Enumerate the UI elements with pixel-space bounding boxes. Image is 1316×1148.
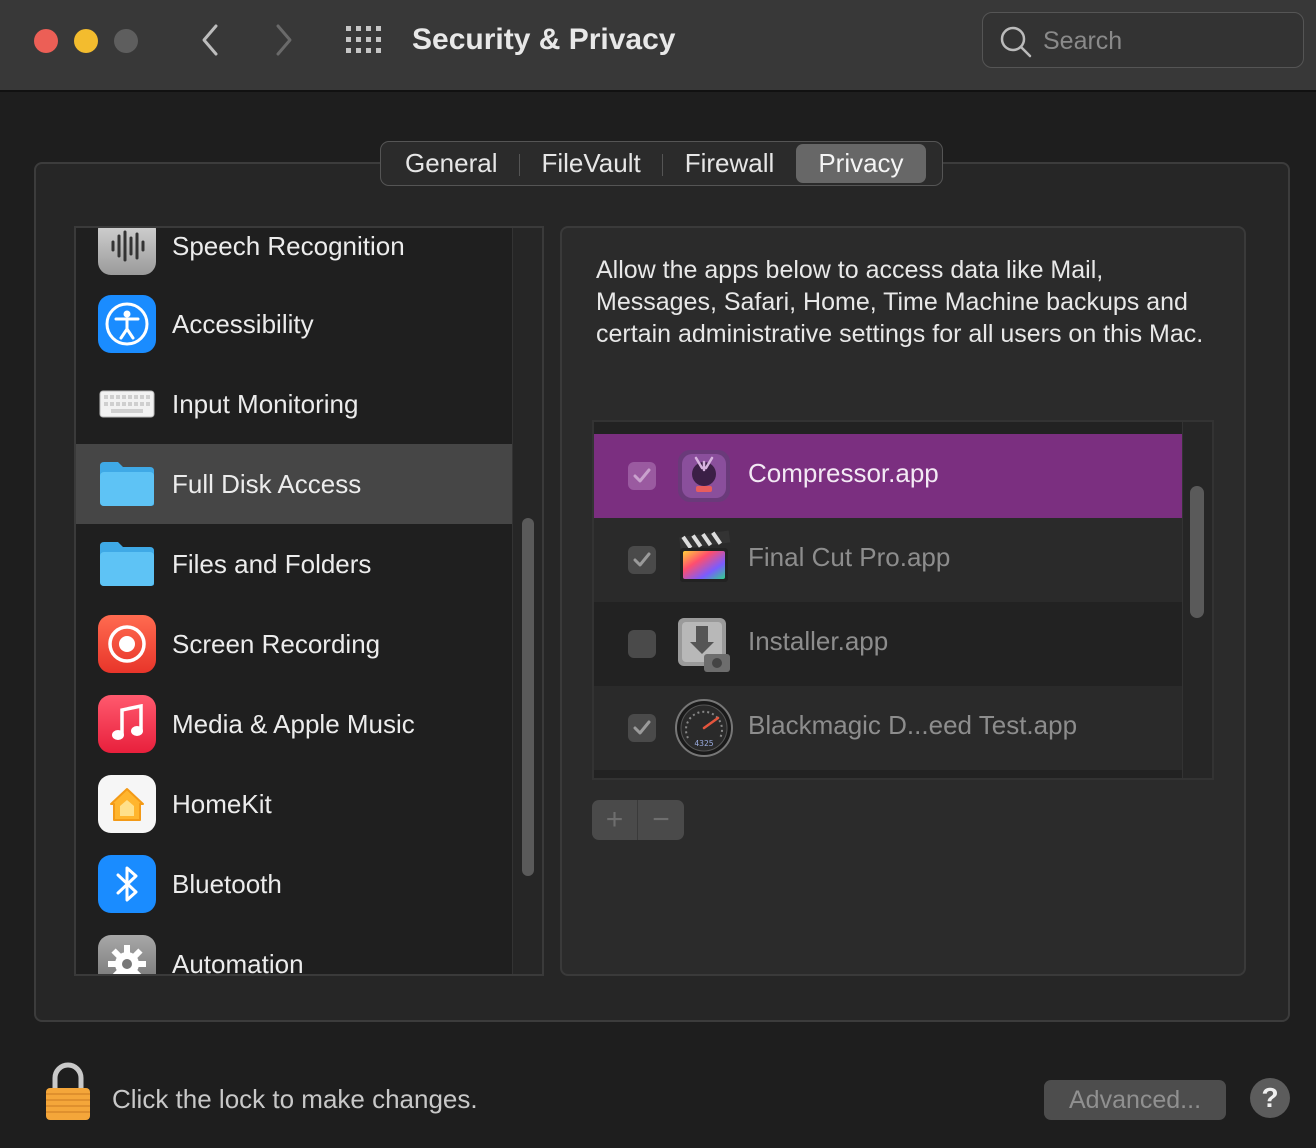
chevron-left-icon	[202, 24, 218, 56]
sidebar-item-label: Speech Recognition	[172, 230, 405, 261]
app-checkbox[interactable]	[628, 546, 656, 574]
sidebar-item-homekit[interactable]: HomeKit	[76, 764, 512, 844]
app-checkbox[interactable]	[628, 630, 656, 658]
sidebar-item-bluetooth[interactable]: Bluetooth	[76, 844, 512, 924]
sidebar-scroll-thumb[interactable]	[522, 518, 534, 876]
sidebar-item-automation[interactable]: Automation	[76, 924, 512, 976]
minimize-window-button[interactable]	[74, 29, 98, 53]
sidebar-item-label: Input Monitoring	[172, 388, 359, 419]
app-row-blackmagic-disk-speed-test[interactable]: 4325 Blackmagic D...eed Test.app	[594, 686, 1184, 770]
home-icon	[98, 775, 156, 833]
accessibility-icon	[98, 295, 156, 353]
app-checkbox[interactable]	[628, 714, 656, 742]
installer-icon	[674, 614, 734, 674]
final-cut-pro-icon	[674, 530, 734, 590]
speedometer-icon: 4325	[674, 698, 734, 758]
window-title: Security & Privacy	[412, 23, 676, 56]
full-disk-access-description: Allow the apps below to access data like…	[596, 256, 1204, 348]
zoom-window-button[interactable]	[114, 29, 138, 53]
sidebar-item-label: Automation	[172, 948, 304, 976]
sidebar-item-speech-recognition[interactable]: Speech Recognition	[76, 228, 512, 286]
folder-icon	[98, 455, 156, 513]
sidebar-item-screen-recording[interactable]: Screen Recording	[76, 604, 512, 684]
tab-general[interactable]: General	[383, 144, 520, 183]
app-list[interactable]: Compressor.app Final Cut Pro.app Install…	[592, 420, 1214, 780]
waveform-icon	[98, 228, 156, 275]
sidebar-item-full-disk-access[interactable]: Full Disk Access	[76, 444, 512, 524]
forward-button[interactable]	[264, 20, 304, 60]
privacy-category-list[interactable]: Speech Recognition Accessibility Input M…	[74, 226, 544, 976]
back-button[interactable]	[190, 20, 230, 60]
checkmark-icon	[633, 468, 651, 483]
show-all-button[interactable]	[344, 26, 384, 54]
sidebar-item-media-apple-music[interactable]: Media & Apple Music	[76, 684, 512, 764]
app-checkbox[interactable]	[628, 462, 656, 490]
app-list-scroll-thumb[interactable]	[1190, 486, 1204, 618]
checkmark-icon	[633, 720, 651, 735]
add-remove-control: + −	[592, 800, 684, 840]
compressor-icon	[674, 446, 734, 506]
svg-text:4325: 4325	[694, 739, 713, 748]
sidebar-scrollbar[interactable]	[512, 228, 542, 974]
chevron-right-icon	[276, 24, 292, 56]
gear-icon	[98, 935, 156, 974]
record-icon	[98, 615, 156, 673]
app-name: Blackmagic D...eed Test.app	[748, 710, 1078, 740]
folder-icon	[98, 535, 156, 593]
toolbar: Security & Privacy	[0, 0, 1316, 92]
close-window-button[interactable]	[34, 29, 58, 53]
help-button[interactable]: ?	[1250, 1078, 1290, 1118]
sidebar-item-label: Bluetooth	[172, 868, 282, 899]
search-icon	[1000, 26, 1032, 58]
app-row-installer[interactable]: Installer.app	[594, 602, 1184, 686]
add-app-button[interactable]: +	[592, 800, 638, 840]
lock-status-text: Click the lock to make changes.	[112, 1084, 478, 1114]
app-name: Final Cut Pro.app	[748, 542, 951, 572]
sidebar-item-accessibility[interactable]: Accessibility	[76, 284, 512, 364]
tab-filevault[interactable]: FileVault	[520, 144, 663, 183]
bluetooth-icon	[98, 855, 156, 913]
remove-app-button[interactable]: −	[638, 800, 684, 840]
app-list-scrollbar[interactable]	[1182, 422, 1212, 778]
search-input[interactable]	[1043, 23, 1293, 59]
app-name: Compressor.app	[748, 458, 939, 488]
tab-firewall[interactable]: Firewall	[663, 144, 797, 183]
app-row-compressor[interactable]: Compressor.app	[594, 434, 1184, 518]
sidebar-item-label: Full Disk Access	[172, 468, 362, 499]
keyboard-icon	[98, 375, 156, 433]
checkmark-icon	[633, 552, 651, 567]
sidebar-item-label: Screen Recording	[172, 628, 381, 659]
sidebar-item-input-monitoring[interactable]: Input Monitoring	[76, 364, 512, 444]
sidebar-item-label: Files and Folders	[172, 548, 372, 579]
app-name: Installer.app	[748, 626, 889, 656]
grid-icon	[346, 26, 381, 53]
app-row-final-cut-pro[interactable]: Final Cut Pro.app	[594, 518, 1184, 602]
sidebar-item-files-and-folders[interactable]: Files and Folders	[76, 524, 512, 604]
tab-privacy[interactable]: Privacy	[796, 144, 926, 183]
sidebar-item-label: HomeKit	[172, 788, 272, 819]
music-note-icon	[98, 695, 156, 753]
sidebar-item-label: Media & Apple Music	[172, 708, 415, 739]
advanced-button[interactable]: Advanced...	[1044, 1080, 1226, 1120]
lock-icon[interactable]	[44, 1062, 92, 1122]
sidebar-item-label: Accessibility	[172, 308, 314, 339]
search-field[interactable]	[982, 12, 1304, 68]
tab-bar: General FileVault Firewall Privacy	[380, 141, 943, 186]
